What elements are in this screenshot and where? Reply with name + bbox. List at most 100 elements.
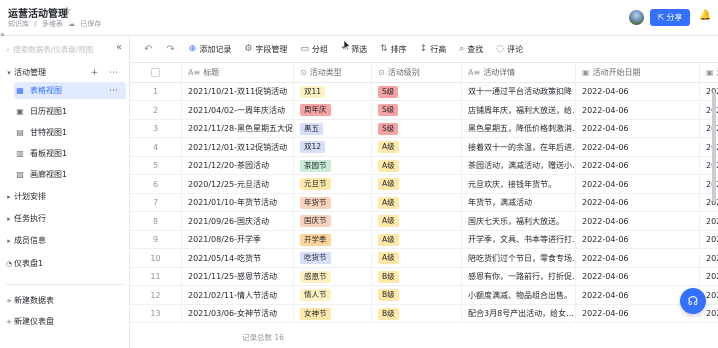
row-index[interactable]: 9 [130, 231, 182, 248]
cell-level[interactable]: A级 [372, 138, 462, 156]
vertical-scrollbar[interactable] [712, 92, 716, 202]
cell-level[interactable]: S级 [372, 83, 462, 100]
cell-detail[interactable]: 小额度满减、物品组合出售。 [462, 286, 576, 304]
table-row[interactable]: 13 2021/03/06-女神节活动 女神节 B级 配合3月8号产出活动，给女... 2… [130, 305, 718, 323]
cell-detail[interactable]: 店铺周年庆，福利大放送，给... [462, 101, 576, 119]
cell-type[interactable]: 年货节 [294, 194, 372, 211]
chevron-down-icon[interactable]: ▾ [4, 69, 14, 77]
cell-start-date[interactable]: 2022-04-06 [576, 101, 700, 119]
row-index[interactable]: 10 [130, 249, 182, 267]
help-button[interactable]: ☊ [680, 288, 706, 314]
column-header-level[interactable]: ⊙ 活动级别 [372, 63, 462, 82]
table-row[interactable]: 2 2021/04/02-一周年庆活动 周年庆 S级 店铺周年庆，福利大放送，给... 2… [130, 101, 718, 120]
cell-detail[interactable]: 年货节，满减活动 [462, 194, 576, 211]
cell-title[interactable]: 2021/12/01-双12促销活动 [182, 138, 294, 156]
cell-title[interactable]: 2021/08/26-开学季 [182, 231, 294, 248]
sidebar-view-gantt[interactable]: ▤ 甘特视图1 [14, 124, 126, 141]
cell-level[interactable]: B级 [372, 305, 462, 322]
cell-type[interactable]: 吃货节 [294, 249, 372, 267]
sidebar-table-tasks[interactable]: ▸ 任务执行 [4, 210, 126, 227]
cell-level[interactable]: A级 [372, 175, 462, 193]
cell-title[interactable]: 2021/10/21-双11促销活动 [182, 83, 294, 100]
sidebar-view-kanban[interactable]: ▥ 看板视图1 [14, 145, 126, 162]
row-height-button[interactable]: ↕ 行高 [420, 44, 447, 55]
sidebar-table-members[interactable]: ▸ 成员信息 [4, 232, 126, 249]
collapse-sidebar-icon[interactable]: « [116, 42, 122, 53]
row-index[interactable]: 2 [130, 101, 182, 119]
cell-level[interactable]: B级 [372, 286, 462, 304]
cell-type[interactable]: 双11 [294, 83, 372, 100]
cell-type[interactable]: 感恩节 [294, 268, 372, 285]
avatar[interactable] [629, 10, 644, 25]
table-row[interactable]: 12 2021/02/11-情人节活动 情人节 B级 小额度满减、物品组合出售。 2022… [130, 286, 718, 305]
cell-detail[interactable]: 接着双十一的余温，在年后进... [462, 138, 576, 156]
row-index[interactable]: 5 [130, 157, 182, 174]
cell-start-date[interactable]: 2022-04-06 [576, 231, 700, 248]
cell-type[interactable]: 周年庆 [294, 101, 372, 119]
column-header-type[interactable]: ⊙ 活动类型 [294, 63, 372, 82]
share-button[interactable]: ⇱ 分享 [650, 9, 690, 26]
field-manage-button[interactable]: ⚙ 字段管理 [244, 44, 287, 55]
cell-detail[interactable]: 茶园活动，满减活动，赠送小... [462, 157, 576, 174]
table-row[interactable]: 5 2021/12/20-茶园活动 茶园节 A级 茶园活动，满减活动，赠送小... 202… [130, 157, 718, 175]
bell-icon[interactable]: 🔔 [699, 10, 712, 24]
cell-type[interactable]: 女神节 [294, 305, 372, 322]
group-button[interactable]: ▭ 分组 [300, 44, 328, 55]
cell-level[interactable]: A级 [372, 157, 462, 174]
table-row[interactable]: 3 2021/11/28-黑色星期五大促折 黑五 S级 黑色星期五，降低价格刺激消...… [130, 120, 718, 138]
cell-detail[interactable]: 国庆七天乐，福利大放送。 [462, 212, 576, 230]
cell-title[interactable]: 2021/01/10-年货节活动 [182, 194, 294, 211]
cell-title[interactable]: 2020/12/25-元旦活动 [182, 175, 294, 193]
row-index[interactable]: 11 [130, 268, 182, 285]
cell-end-date[interactable]: 2022-05 [700, 213, 718, 230]
sidebar-view-table[interactable]: ▦ 表格视图 ⋯ [14, 82, 126, 99]
cell-level[interactable]: S级 [372, 101, 462, 119]
comment-button[interactable]: ◌ 评论 [496, 44, 523, 55]
redo-icon[interactable]: ↷ [166, 44, 174, 55]
select-all-checkbox[interactable] [130, 63, 182, 82]
cell-detail[interactable]: 开学季，文具、书本等进行打... [462, 231, 576, 248]
cell-start-date[interactable]: 2022-04-06 [576, 212, 700, 230]
column-header-title[interactable]: A≡ 标题 [182, 63, 294, 82]
sidebar-table-active[interactable]: ▾ 活动管理 + ⋯ [4, 64, 126, 81]
row-index[interactable]: 3 [130, 120, 182, 137]
table-row[interactable]: 8 2021/09/26-国庆活动 国庆节 A级 国庆七天乐，福利大放送。 2022-04… [130, 212, 718, 231]
cell-level[interactable]: S级 [372, 120, 462, 137]
cell-detail[interactable]: 感恩有你，一路前行，打折促... [462, 268, 576, 285]
cell-end-date[interactable]: 2022-12 [700, 268, 718, 285]
cell-start-date[interactable]: 2022-04-06 [576, 194, 700, 211]
cell-end-date[interactable]: 2022-05 [700, 250, 718, 267]
cell-title[interactable]: 2021/04/02-一周年庆活动 [182, 101, 294, 119]
cell-title[interactable]: 2021/12/20-茶园活动 [182, 157, 294, 174]
undo-icon[interactable]: ↶ [144, 44, 152, 55]
cell-title[interactable]: 2021/09/26-国庆活动 [182, 212, 294, 230]
column-header-start-date[interactable]: ▣ 活动开始日期 [576, 63, 700, 82]
cell-start-date[interactable]: 2022-04-06 [576, 157, 700, 174]
sidebar-table-plan[interactable]: ▸ 计划安排 [4, 188, 126, 205]
cell-type[interactable]: 国庆节 [294, 212, 372, 230]
column-header-end-date[interactable]: ▣活动 [700, 63, 718, 82]
cell-level[interactable]: A级 [372, 249, 462, 267]
breadcrumb-item[interactable]: 知识库 [8, 20, 29, 28]
cell-start-date[interactable]: 2022-04-06 [576, 249, 700, 267]
cell-title[interactable]: 2021/02/11-情人节活动 [182, 286, 294, 304]
cell-start-date[interactable]: 2022-04-06 [576, 120, 700, 137]
cell-title[interactable]: 2021/11/28-黑色星期五大促折 [182, 120, 294, 137]
table-row[interactable]: 4 2021/12/01-双12促销活动 双12 A级 接着双十一的余温，在年后进...… [130, 138, 718, 157]
cell-type[interactable]: 情人节 [294, 286, 372, 304]
cell-title[interactable]: 2021/03/06-女神节活动 [182, 305, 294, 322]
sidebar-dashboard[interactable]: ◔ 仪表盘1 [4, 255, 126, 272]
table-actions[interactable]: + ⋯ [91, 68, 122, 78]
table-row[interactable]: 10 2021/05/14-吃货节 吃货节 A级 陪吃货们过个节日，零食专场... 202… [130, 249, 718, 268]
cell-detail[interactable]: 黑色星期五，降低价格刺激消... [462, 120, 576, 137]
cell-type[interactable]: 元旦节 [294, 175, 372, 193]
row-index[interactable]: 8 [130, 212, 182, 230]
row-index[interactable]: 6 [130, 175, 182, 193]
more-icon[interactable]: ⋯ [109, 86, 122, 96]
row-index[interactable]: 7 [130, 194, 182, 211]
table-row[interactable]: 1 2021/10/21-双11促销活动 双11 S级 双十一通过平台活动政策扣降 202… [130, 83, 718, 101]
new-table-button[interactable]: + 新建数据表 [4, 292, 126, 309]
cell-title[interactable]: 2021/11/25-感恩节活动 [182, 268, 294, 285]
cell-start-date[interactable]: 2022-04-06 [576, 138, 700, 156]
cell-type[interactable]: 黑五 [294, 120, 372, 137]
